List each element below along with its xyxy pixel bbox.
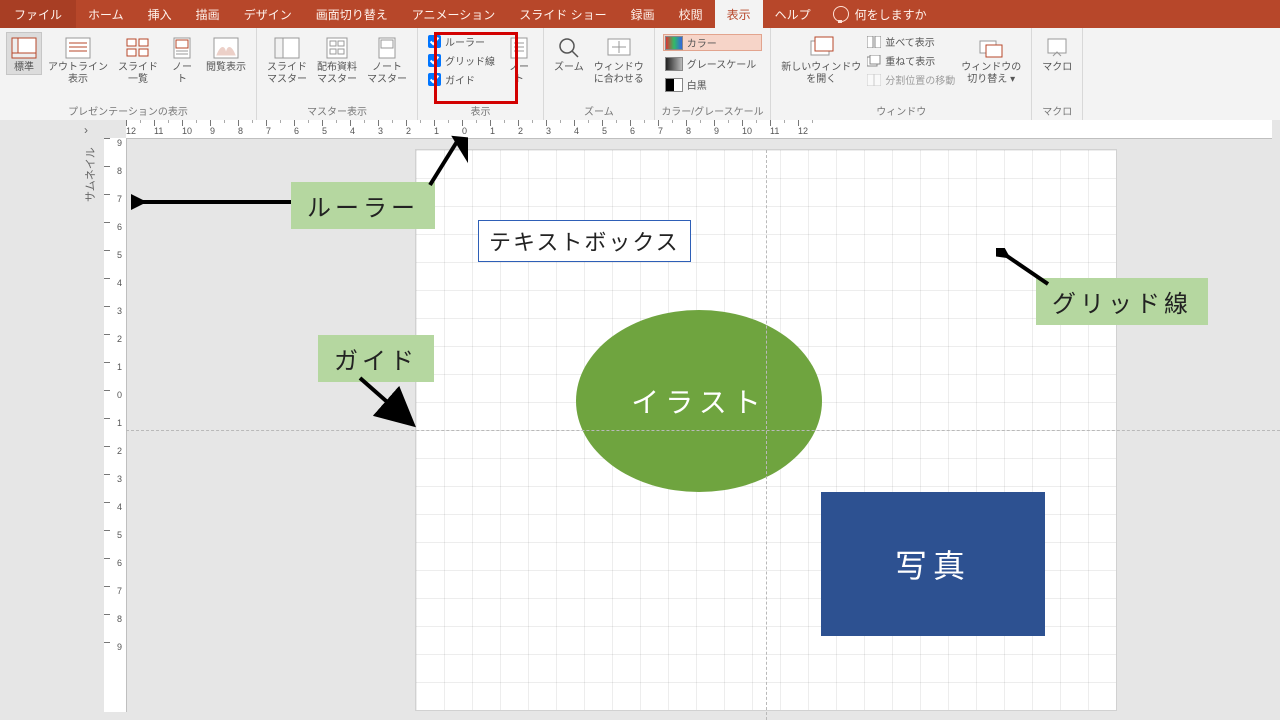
macros-icon (1043, 36, 1071, 60)
tab-home[interactable]: ホーム (76, 0, 136, 28)
view-normal-button[interactable]: 標準 (6, 32, 42, 75)
ellipse-shape[interactable]: イラスト (576, 310, 822, 492)
reading-view-icon (212, 36, 240, 60)
new-window-button[interactable]: 新しいウィンドウ を開く (777, 32, 865, 86)
annotation-grid: グリッド線 (1036, 278, 1208, 325)
tab-record[interactable]: 録画 (619, 0, 667, 28)
slide-master-icon (273, 36, 301, 60)
tab-file[interactable]: ファイル (0, 0, 76, 28)
slide-master-button[interactable]: スライド マスター (263, 32, 311, 86)
tab-insert[interactable]: 挿入 (136, 0, 184, 28)
fit-window-icon (605, 36, 633, 60)
slide-stage[interactable]: 1211109876543210123456789101112 98765432… (96, 120, 1280, 720)
switch-windows-button[interactable]: ウィンドウの 切り替え ▾ (957, 32, 1025, 86)
outline-view-icon (64, 36, 92, 60)
view-notes-button[interactable]: ノー ト (164, 32, 200, 86)
group-label: ウィンドウ (876, 101, 926, 120)
arrange-all-button[interactable]: 並べて表示 (867, 34, 955, 49)
group-label: マクロ (1042, 101, 1072, 120)
arrow-icon (131, 192, 296, 212)
notes-pane-icon (505, 36, 533, 60)
switch-windows-icon (977, 36, 1005, 60)
arrow-icon (420, 130, 468, 190)
tab-animations[interactable]: アニメーション (400, 0, 508, 28)
lightbulb-icon (833, 6, 849, 22)
zoom-icon (555, 36, 583, 60)
view-sorter-button[interactable]: スライド 一覧 (114, 32, 162, 86)
title-tabs: ファイル ホーム 挿入 描画 デザイン 画面切り替え アニメーション スライド … (0, 0, 1280, 28)
vertical-ruler: 9876543210123456789 (104, 138, 127, 712)
group-label: カラー/グレースケール (661, 101, 763, 120)
normal-view-icon (10, 36, 38, 60)
tab-draw[interactable]: 描画 (184, 0, 232, 28)
move-split-icon (867, 74, 881, 86)
fit-window-button[interactable]: ウィンドウ に合わせる (590, 32, 648, 86)
workspace: › サムネイル 1211109876543210123456789101112 … (0, 120, 1280, 720)
move-split-button[interactable]: 分割位置の移動 (867, 72, 955, 87)
notes-view-icon (168, 36, 196, 60)
zoom-button[interactable]: ズーム (550, 32, 588, 74)
grayscale-mode-button[interactable]: グレースケール (663, 55, 763, 72)
notes-master-icon (373, 36, 401, 60)
bw-mode-button[interactable]: 白黒 (663, 76, 763, 93)
tab-design[interactable]: デザイン (232, 0, 304, 28)
rectangle-shape[interactable]: 写真 (821, 492, 1045, 636)
notes-master-button[interactable]: ノート マスター (363, 32, 411, 86)
tab-help[interactable]: ヘルプ (763, 0, 823, 28)
tab-view[interactable]: 表示 (715, 0, 763, 28)
arrange-icon (867, 36, 881, 48)
group-master-views: スライド マスター 配布資料 マスター ノート マスター マスター表示 (257, 28, 418, 120)
group-label: マスター表示 (307, 101, 367, 120)
new-window-icon (807, 36, 835, 60)
annotation-ruler: ルーラー (291, 182, 435, 229)
color-mode-button[interactable]: カラー (663, 34, 763, 51)
view-reading-button[interactable]: 閲覧表示 (202, 32, 250, 74)
group-window: 新しいウィンドウ を開く 並べて表示 重ねて表示 分割位置の移動 ウィンドウの … (771, 28, 1032, 120)
tab-transitions[interactable]: 画面切り替え (304, 0, 400, 28)
gridlines-checkbox[interactable]: グリッド線 (428, 53, 495, 68)
tell-me-label: 何をしますか (855, 6, 927, 23)
group-zoom: ズーム ウィンドウ に合わせる ズーム (544, 28, 655, 120)
handout-master-icon (323, 36, 351, 60)
cascade-button[interactable]: 重ねて表示 (867, 53, 955, 68)
cascade-icon (867, 55, 881, 67)
handout-master-button[interactable]: 配布資料 マスター (313, 32, 361, 86)
arrow-icon (996, 248, 1056, 292)
group-label: ズーム (584, 101, 614, 120)
ruler-checkbox[interactable]: ルーラー (428, 34, 495, 49)
macros-button[interactable]: マクロ (1038, 32, 1076, 74)
ribbon: 標準 アウトライン 表示 スライド 一覧 ノー ト 閲覧表示 プレゼンテーション… (0, 28, 1280, 121)
group-show: ルーラー グリッド線 ガイド ノー ト 表示 (418, 28, 544, 120)
group-color: カラー グレースケール 白黒 カラー/グレースケール (655, 28, 772, 120)
guides-checkbox[interactable]: ガイド (428, 72, 495, 87)
group-presentation-views: 標準 アウトライン 表示 スライド 一覧 ノー ト 閲覧表示 プレゼンテーション… (0, 28, 257, 120)
vertical-guide[interactable] (766, 150, 767, 720)
tab-review[interactable]: 校閲 (667, 0, 715, 28)
horizontal-ruler: 1211109876543210123456789101112 (126, 120, 1272, 139)
arrow-icon (354, 372, 424, 432)
view-outline-button[interactable]: アウトライン 表示 (44, 32, 112, 86)
show-notes-button[interactable]: ノー ト (501, 32, 537, 86)
group-macro: マクロ マクロ (1032, 28, 1083, 120)
thumbnail-pane[interactable]: › サムネイル (0, 120, 97, 720)
tab-slideshow[interactable]: スライド ショー (507, 0, 618, 28)
tell-me[interactable]: 何をしますか (823, 0, 937, 28)
group-label: 表示 (471, 101, 491, 120)
group-label: プレゼンテーションの表示 (68, 101, 188, 120)
textbox-shape[interactable]: テキストボックス (478, 220, 691, 262)
expand-thumbnails-icon[interactable]: › (84, 123, 88, 137)
sorter-view-icon (124, 36, 152, 60)
horizontal-guide[interactable] (126, 430, 1280, 431)
